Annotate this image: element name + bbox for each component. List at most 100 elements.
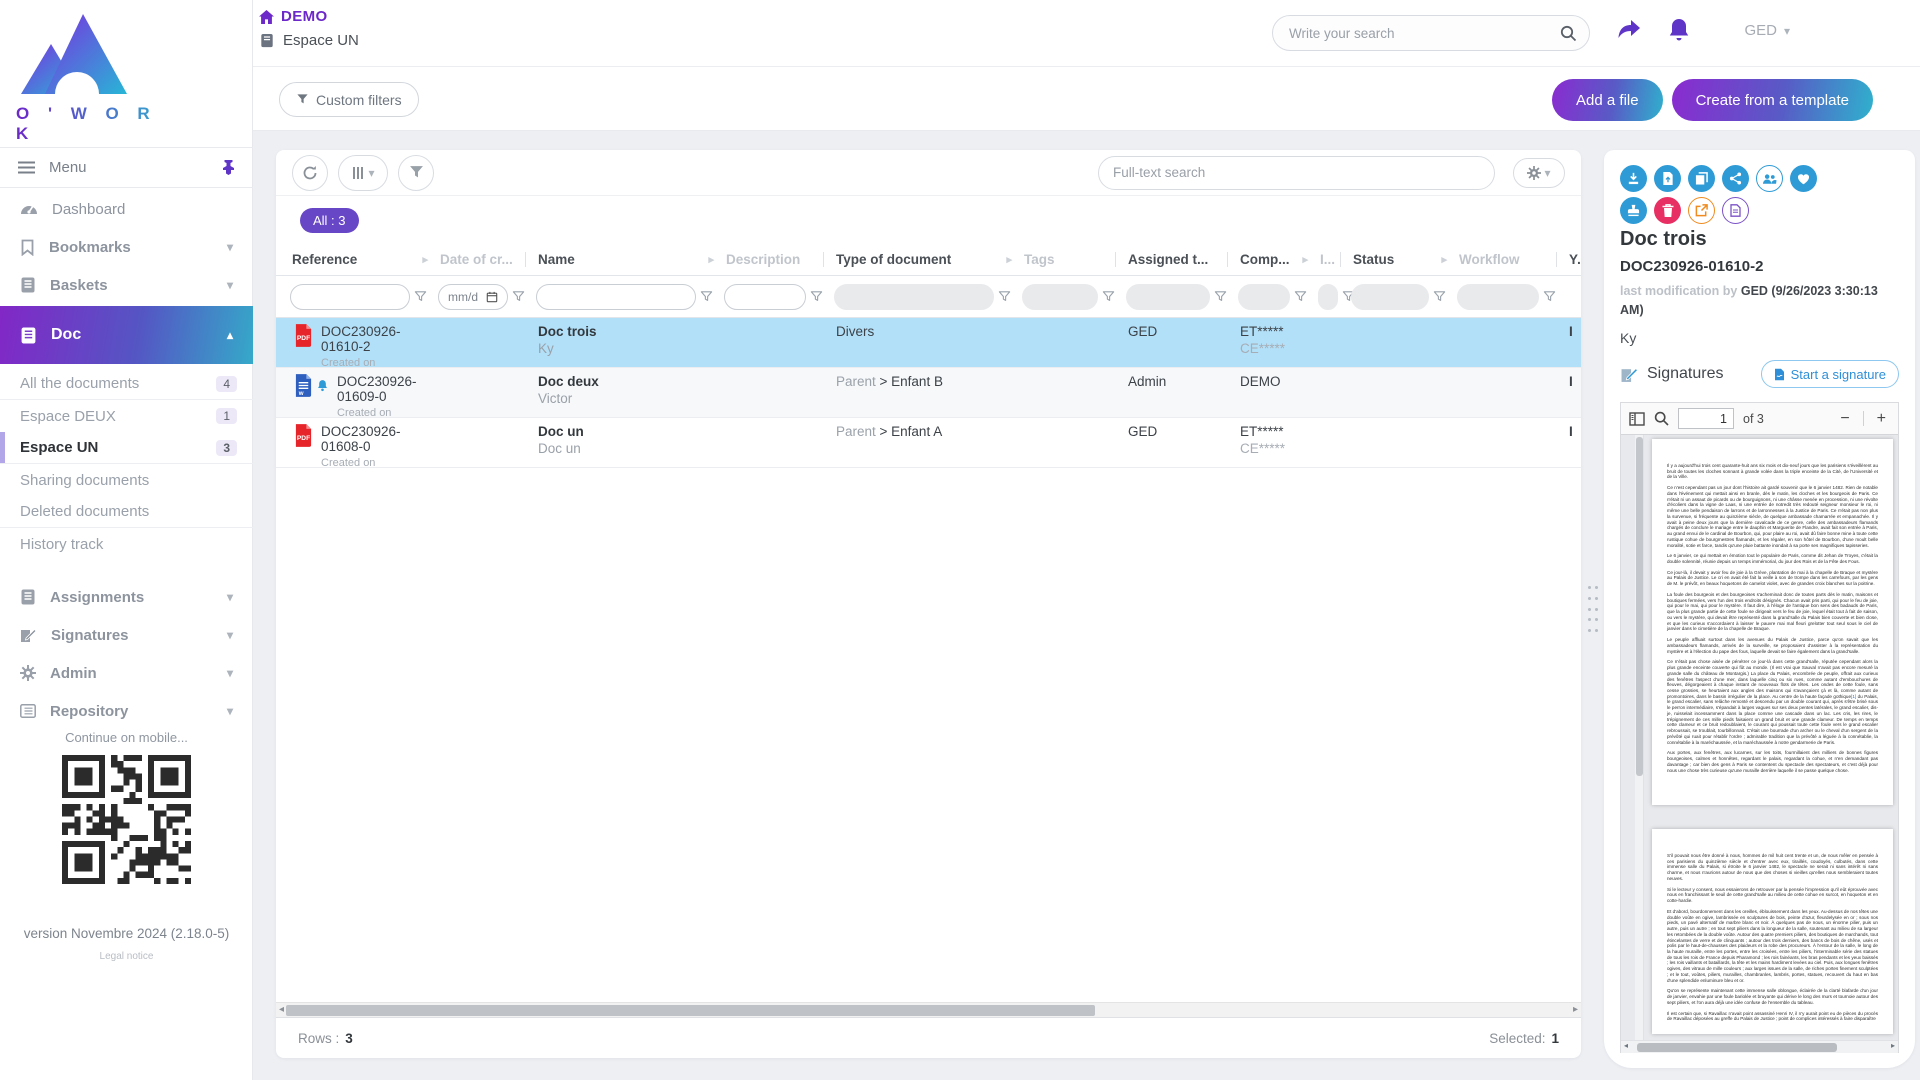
column-header-description[interactable]: Description: [718, 244, 828, 275]
sidebar-subitem-sharing-documents[interactable]: Sharing documents: [0, 464, 253, 496]
sidebar-subitem-all-the-documents[interactable]: All the documents4: [0, 368, 253, 400]
filter-date-input[interactable]: [448, 290, 482, 304]
breadcrumb-home[interactable]: DEMO: [259, 8, 359, 25]
column-header-label: Tags: [1024, 252, 1115, 267]
legal-notice-link[interactable]: Legal notice: [0, 951, 253, 962]
table-settings-button[interactable]: ▾: [1513, 158, 1565, 188]
column-header-y-[interactable]: Y...: [1561, 244, 1581, 275]
refresh-button[interactable]: [292, 155, 328, 191]
favorite-button[interactable]: [1790, 165, 1817, 192]
column-header-date-of-cr-[interactable]: Date of cr...: [432, 244, 530, 275]
filter-cell-i-: [1312, 276, 1345, 317]
share-document-button[interactable]: [1722, 165, 1749, 192]
custom-filters-button[interactable]: Custom filters: [279, 82, 419, 117]
document-properties-button[interactable]: [1722, 197, 1749, 224]
scrollbar-thumb[interactable]: [1636, 437, 1643, 776]
funnel-icon[interactable]: [998, 290, 1011, 303]
sidebar-item-baskets[interactable]: Baskets ▾: [0, 266, 253, 304]
scroll-right-arrow[interactable]: ▸: [1891, 1041, 1895, 1050]
table-row[interactable]: PDFDOC230926-01608-0Created on 9/26/2023…: [276, 418, 1581, 468]
zoom-out-button[interactable]: −: [1836, 410, 1853, 428]
pdf-vertical-scrollbar[interactable]: [1635, 435, 1644, 1040]
funnel-icon[interactable]: [1102, 290, 1115, 303]
funnel-icon[interactable]: [810, 290, 823, 303]
sidebar-item-assignments[interactable]: Assignments ▾: [0, 578, 253, 616]
menu-toggle[interactable]: Menu: [0, 147, 253, 188]
breadcrumb-space[interactable]: Espace UN: [259, 32, 359, 49]
find-icon[interactable]: [1654, 411, 1669, 426]
sidebar-item-admin[interactable]: Admin ▾: [0, 654, 253, 692]
share-icon[interactable]: [1616, 18, 1642, 42]
table-row[interactable]: PDFDOC230926-01610-2Created on 9/26/2023…: [276, 318, 1581, 368]
funnel-icon[interactable]: [1214, 290, 1227, 303]
pdf-pages-container[interactable]: Il y a aujourd'hui trois cent quarante-h…: [1621, 435, 1898, 1040]
column-header-status[interactable]: Status▸: [1345, 244, 1451, 275]
filter-input[interactable]: [734, 290, 796, 304]
funnel-icon[interactable]: [512, 290, 525, 303]
cell-workflow: [1451, 418, 1561, 467]
sidebar-item-signatures[interactable]: Signatures ▾: [0, 616, 253, 654]
column-header-comp-[interactable]: Comp...▸: [1232, 244, 1312, 275]
sidebar-subitem-espace-un[interactable]: Espace UN3: [0, 432, 253, 464]
sidebar-subitem-deleted-documents[interactable]: Deleted documents: [0, 496, 253, 528]
pdf-horizontal-scrollbar[interactable]: ◂ ▸: [1621, 1040, 1898, 1053]
company-line1: ET*****: [1240, 424, 1306, 439]
download-button[interactable]: [1620, 165, 1647, 192]
sidebar-item-label: Admin: [50, 665, 213, 682]
user-menu[interactable]: GED ▾: [1744, 22, 1790, 39]
funnel-icon[interactable]: [1433, 290, 1446, 303]
scroll-left-arrow[interactable]: ◂: [279, 1004, 284, 1015]
column-header-type-of-document[interactable]: Type of document▸: [828, 244, 1016, 275]
column-header-assigned-t-[interactable]: Assigned t...: [1120, 244, 1232, 275]
funnel-icon[interactable]: [700, 290, 713, 303]
funnel-icon[interactable]: [1543, 290, 1556, 303]
delete-button[interactable]: [1654, 197, 1681, 224]
bell-icon[interactable]: [1668, 18, 1690, 43]
column-header-workflow[interactable]: Workflow: [1451, 244, 1561, 275]
filter-button[interactable]: [398, 155, 434, 191]
sidebar-subitem-history-track[interactable]: History track: [0, 528, 253, 560]
sidebar-item-dashboard[interactable]: Dashboard: [0, 190, 253, 228]
columns-button[interactable]: ▾: [338, 155, 388, 191]
scrollbar-thumb[interactable]: [1637, 1043, 1837, 1052]
search-icon[interactable]: [1560, 25, 1577, 42]
calendar-icon[interactable]: [486, 291, 498, 303]
pin-icon[interactable]: [222, 160, 235, 175]
funnel-icon[interactable]: [414, 290, 427, 303]
copy-button[interactable]: [1688, 165, 1715, 192]
table-horizontal-scrollbar[interactable]: ◂ ▸: [276, 1002, 1581, 1017]
upload-version-button[interactable]: [1654, 165, 1681, 192]
sidebar-item-repository[interactable]: Repository ▾: [0, 692, 253, 730]
filter-input[interactable]: [300, 290, 400, 304]
table-row[interactable]: wDOC230926-01609-0Created on 9/26/2023 3…: [276, 368, 1581, 418]
column-header-tags[interactable]: Tags: [1016, 244, 1120, 275]
global-search-input[interactable]: [1289, 26, 1560, 41]
filter-input[interactable]: [546, 290, 686, 304]
fulltext-search-input[interactable]: [1113, 165, 1480, 180]
column-header-name[interactable]: Name▸: [530, 244, 718, 275]
all-count-chip[interactable]: All : 3: [300, 208, 359, 233]
scroll-right-arrow[interactable]: ▸: [1573, 1004, 1578, 1015]
column-header-reference[interactable]: Reference▸: [284, 244, 432, 275]
assign-users-button[interactable]: [1756, 165, 1783, 192]
scrollbar-thumb[interactable]: [286, 1005, 1095, 1016]
panel-resize-handle[interactable]: [1588, 586, 1598, 632]
column-header-i-[interactable]: I...: [1312, 244, 1345, 275]
page-number-input[interactable]: [1678, 408, 1734, 429]
open-external-button[interactable]: [1688, 197, 1715, 224]
sidebar-subitem-espace-deux[interactable]: Espace DEUX1: [0, 400, 253, 432]
create-from-template-button[interactable]: Create from a template: [1672, 79, 1873, 121]
zoom-in-button[interactable]: +: [1873, 410, 1890, 428]
add-file-button[interactable]: Add a file: [1552, 79, 1663, 121]
sidebar-nav-bottom: Assignments ▾ Signatures ▾ Admin ▾: [0, 578, 253, 730]
start-signature-button[interactable]: Start a signature: [1761, 360, 1899, 388]
sidebar-toggle-icon[interactable]: [1629, 412, 1645, 426]
sidebar-item-doc[interactable]: Doc ▴: [0, 306, 253, 364]
stamp-button[interactable]: [1620, 197, 1647, 224]
pdf-paragraph: Ce n'était pas chose aisée de pénétrer c…: [1667, 659, 1878, 745]
signatures-section-header: Signatures Start a signature: [1620, 360, 1899, 388]
scroll-left-arrow[interactable]: ◂: [1624, 1041, 1628, 1050]
sidebar-item-bookmarks[interactable]: Bookmarks ▾: [0, 228, 253, 266]
pdf-paragraph: Il y a aujourd'hui trois cent quarante-h…: [1667, 463, 1878, 480]
funnel-icon[interactable]: [1294, 290, 1307, 303]
